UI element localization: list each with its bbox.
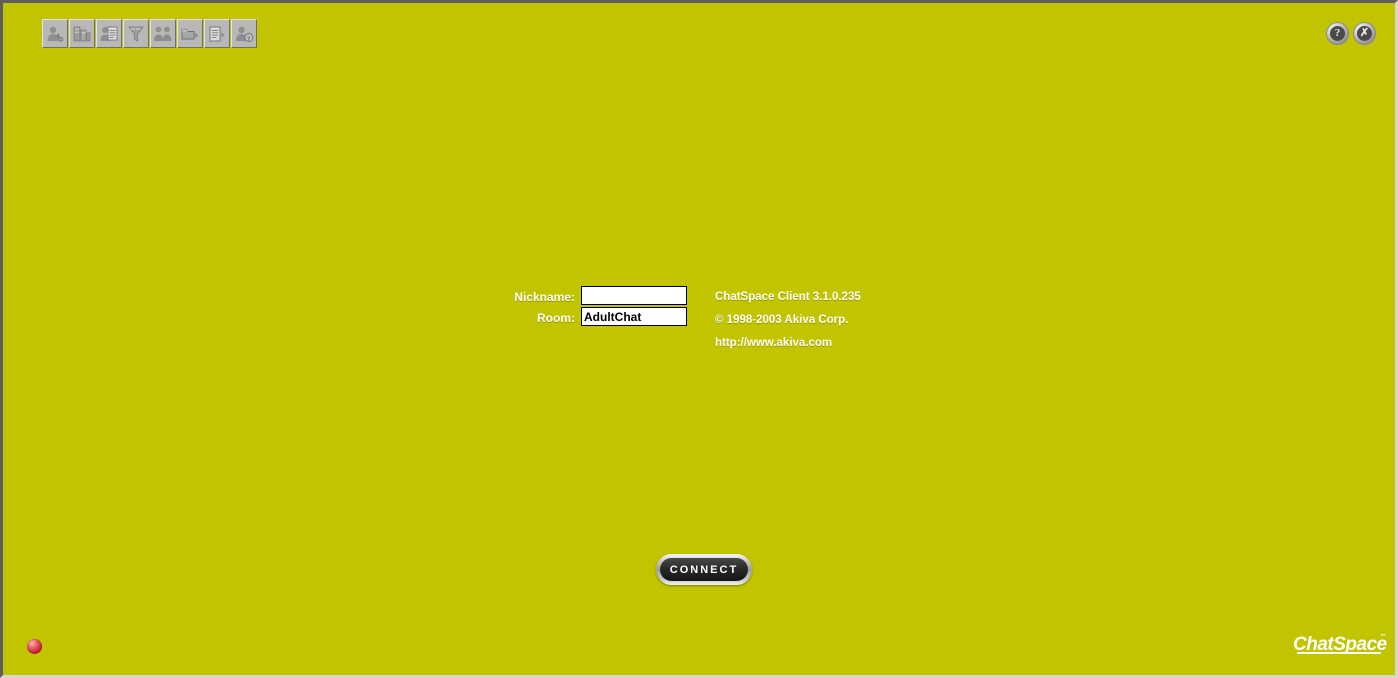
room-row: Room:	[503, 307, 687, 328]
help-button[interactable]: ?	[1326, 22, 1349, 45]
question-mark-icon: ?	[1330, 26, 1345, 41]
room-label: Room:	[537, 310, 575, 325]
connection-status-led	[27, 639, 42, 654]
copyright-text: © 1998-2003 Akiva Corp.	[715, 314, 849, 326]
folder-arrow-icon	[180, 23, 200, 44]
close-button[interactable]: ✗	[1353, 22, 1376, 45]
client-info: ChatSpace Client 3.1.0.235 © 1998-2003 A…	[715, 286, 861, 355]
svg-text:?: ?	[247, 35, 250, 42]
toolbar-button-folders[interactable]	[177, 19, 203, 48]
user-help-icon: ?	[234, 23, 254, 44]
connect-button[interactable]: CONNECT	[656, 554, 752, 585]
client-version-text: ChatSpace Client 3.1.0.235	[715, 291, 861, 303]
user-profile-icon	[45, 23, 65, 44]
buildings-icon	[72, 23, 92, 44]
room-input[interactable]	[581, 307, 687, 326]
chatspace-logo-text: ChatSpace	[1293, 634, 1387, 655]
chatspace-client-window: ? ? ✗ Nickname: Room: ChatSpace Client	[0, 0, 1398, 678]
two-people-icon	[153, 23, 173, 44]
login-form: Nickname: Room: ChatSpace Client 3.1.0.2…	[503, 286, 861, 355]
nickname-label: Nickname:	[514, 289, 575, 304]
filter-funnel-icon	[126, 23, 146, 44]
window-control-buttons: ? ✗	[1326, 22, 1376, 45]
toolbar-button-user-help[interactable]: ?	[231, 19, 257, 48]
toolbar-button-member-list[interactable]	[96, 19, 122, 48]
toolbar-button-rooms[interactable]	[69, 19, 95, 48]
nickname-row: Nickname:	[503, 286, 687, 307]
document-arrow-icon	[207, 23, 227, 44]
toolbar-button-friends[interactable]	[150, 19, 176, 48]
chatspace-logo: ChatSpace ™	[1293, 634, 1387, 661]
website-link[interactable]: http://www.akiva.com	[715, 332, 861, 355]
toolbar-button-user-profile[interactable]	[42, 19, 68, 48]
connect-button-label: CONNECT	[660, 558, 748, 581]
toolbar-button-filter[interactable]	[123, 19, 149, 48]
close-icon: ✗	[1357, 26, 1372, 41]
nickname-input[interactable]	[581, 286, 687, 305]
toolbar: ?	[42, 19, 258, 48]
login-fields: Nickname: Room:	[503, 286, 687, 328]
connect-button-wrapper: CONNECT	[656, 554, 752, 585]
toolbar-button-logs[interactable]	[204, 19, 230, 48]
trademark-symbol: ™	[1380, 634, 1386, 640]
notepad-person-icon	[99, 23, 119, 44]
